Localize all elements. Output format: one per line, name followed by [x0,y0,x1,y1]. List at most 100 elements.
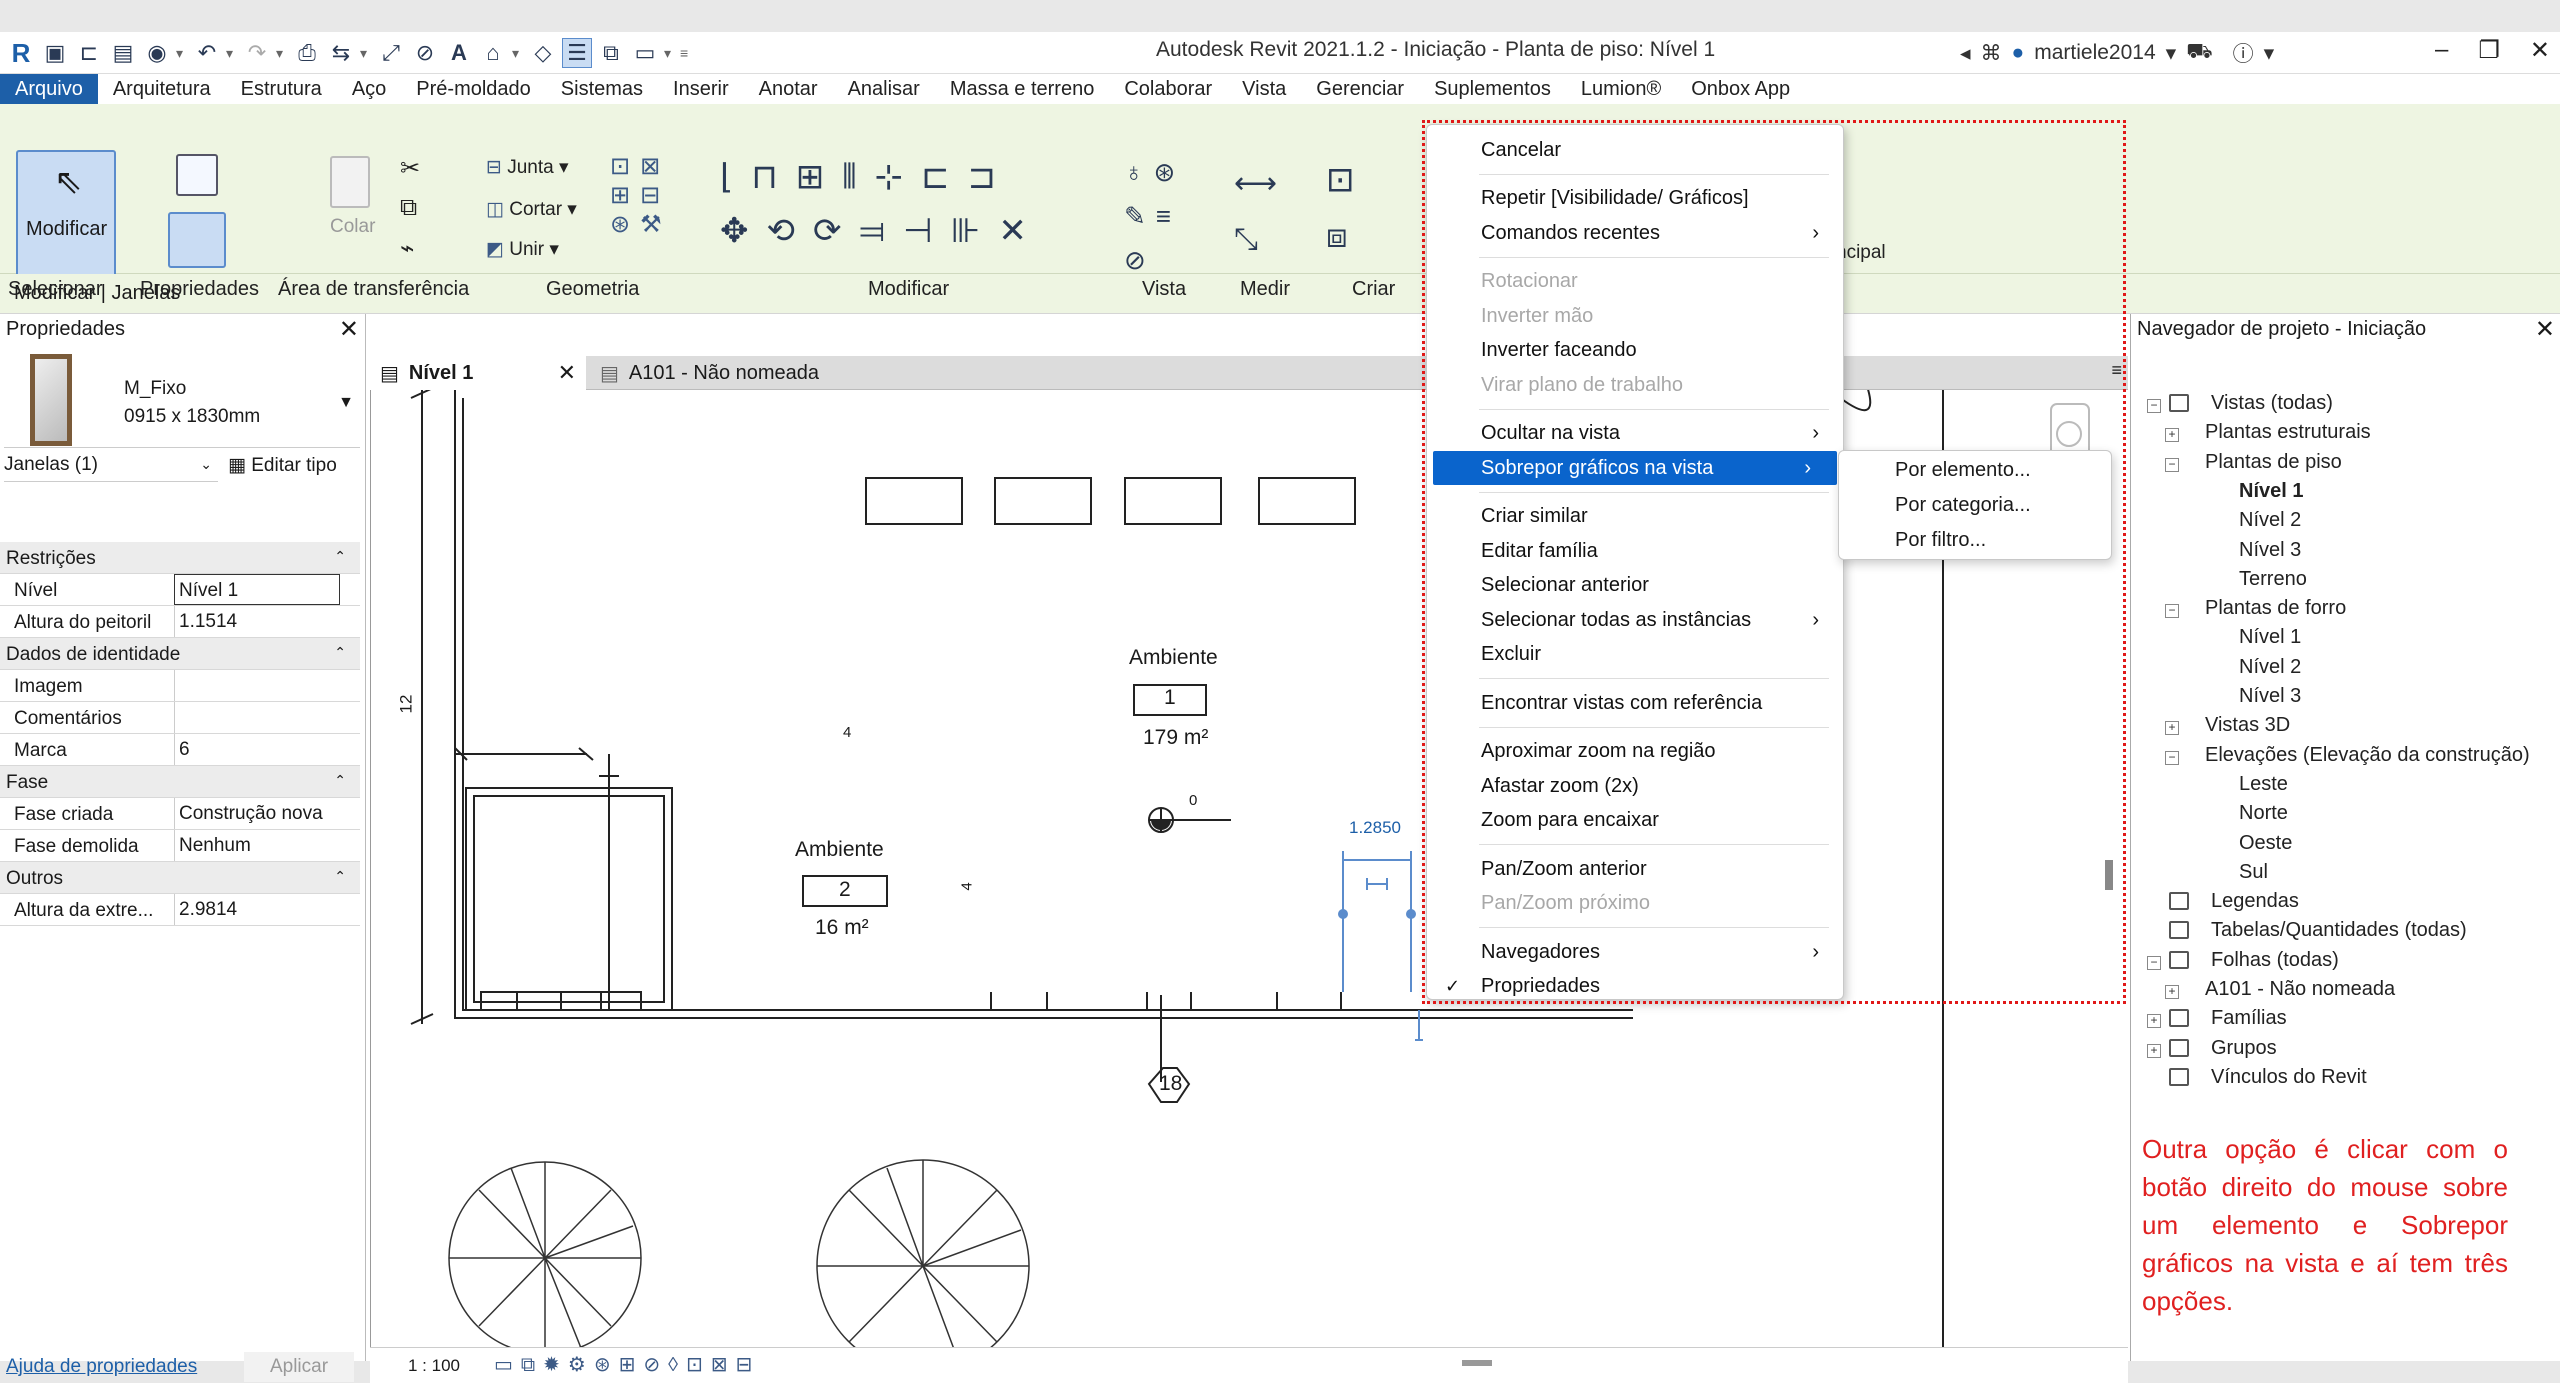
dropdown-icon[interactable]: ▾ [664,38,676,68]
tree-item-nivel-1[interactable]: Nível 1 [2239,626,2301,649]
menu-item-selecionar-anterior[interactable]: Selecionar anterior [1427,569,1845,603]
sync-icon[interactable]: ◉ [142,38,172,68]
user-name[interactable]: martiele2014 [2034,41,2155,65]
dropdown-icon[interactable]: ▾ [226,38,238,68]
binoculars-icon[interactable]: ⌘ [1981,41,2002,66]
tab-inserir[interactable]: Inserir [658,74,744,104]
collapse-icon[interactable]: − [2165,750,2179,765]
redo-icon[interactable]: ↷ [242,38,272,68]
close-icon[interactable]: ✕ [2535,315,2555,344]
collapse-icon[interactable]: − [2147,955,2161,970]
revit-logo-icon[interactable]: R [6,38,36,68]
tab-pre-moldado[interactable]: Pré-moldado [401,74,546,104]
customize-icon[interactable]: ≡ [680,38,692,68]
tab-anotar[interactable]: Anotar [744,74,833,104]
paste-icon[interactable] [330,156,370,208]
property-value[interactable]: 6 [174,734,340,765]
panel-label-selecionar[interactable]: Selecionar [8,278,103,301]
tree-item-leste[interactable]: Leste [2239,773,2288,796]
collapse-icon[interactable]: − [2165,457,2179,472]
collapse-icon[interactable]: − [2147,399,2161,413]
tab-suplementos[interactable]: Suplementos [1419,74,1566,104]
tab-arquitetura[interactable]: Arquitetura [98,74,226,104]
menu-item-repetir-visibilidade-graficos[interactable]: Repetir [Visibilidade/ Gráficos] [1427,182,1845,216]
cut-geometry-button[interactable]: ◫ Cortar ▾ [486,198,577,221]
modify-tools-icons[interactable]: ⌊⊓⊞⫴⊹⊏⊐ ✥⟲⟳⫤⊣⊪✕ [720,150,1045,258]
view-tools-icons[interactable]: ♁⊛ ✎≡ ⊘ [1124,150,1185,282]
tree-item-familias[interactable]: Famílias [2211,1007,2287,1030]
submenu-item-por-categoria[interactable]: Por categoria... [1895,494,2031,517]
tab-analisar[interactable]: Analisar [833,74,935,104]
dropdown-icon[interactable]: ▾ [360,38,372,68]
expand-icon[interactable]: + [2147,1043,2161,1058]
tree-item-oeste[interactable]: Oeste [2239,832,2292,855]
tree-item-vistas-todas[interactable]: Vistas (todas) [2211,392,2333,415]
property-value[interactable] [174,702,340,733]
property-value[interactable]: Construção nova [174,798,340,829]
user-icon[interactable]: ● [2012,41,2025,65]
restore-icon[interactable]: ❐ [2478,36,2500,65]
menu-item-cancelar[interactable]: Cancelar [1427,133,1845,167]
tag-icon[interactable]: ⊘ [410,38,440,68]
tree-item-terreno[interactable]: Terreno [2239,568,2307,591]
close-icon[interactable]: ✕ [339,315,359,344]
tab-arquivo[interactable]: Arquivo [0,74,98,104]
tree-item-nivel-3[interactable]: Nível 3 [2239,685,2301,708]
save-icon[interactable]: ▤ [108,38,138,68]
property-group[interactable]: Outros ⌃ [0,862,360,894]
text-icon[interactable]: A [444,38,474,68]
view-control-icons[interactable]: ▭⧉✹⚙⊛⊞⊘◊⊡⊠⊟ [494,1352,760,1377]
collapse-icon[interactable]: − [2165,604,2179,619]
menu-item-comandos-recentes[interactable]: Comandos recentes › [1427,216,1845,250]
menu-item-propriedades[interactable]: ✓ Propriedades [1427,970,1845,1004]
tab-a101[interactable]: ▤ A101 - Não nomeada [590,356,829,390]
expand-icon[interactable]: + [2147,1014,2161,1029]
section-icon[interactable]: ◇ [528,38,558,68]
minimize-icon[interactable]: – [2435,36,2448,65]
cart-icon[interactable]: ⛟ [2186,40,2212,66]
menu-item-afastar-zoom-2x[interactable]: Afastar zoom (2x) [1427,769,1845,803]
print-icon[interactable]: ⎙ [292,38,322,68]
expand-icon[interactable]: + [2165,985,2179,999]
temp-dimension[interactable]: 1.2850 [1349,818,1401,838]
tab-colaborar[interactable]: Colaborar [1109,74,1227,104]
close-icon[interactable]: ✕ [558,360,576,386]
tree-item-nivel-2[interactable]: Nível 2 [2239,509,2301,532]
property-group[interactable]: Fase ⌃ [0,766,360,798]
modify-button[interactable]: ⇖ Modificar [16,150,116,284]
submenu-item-por-filtro[interactable]: Por filtro... [1895,529,1986,552]
join-button[interactable]: ⊟ Junta ▾ [486,156,569,179]
collapse-icon[interactable]: ⌃ [334,644,346,661]
undo-icon[interactable]: ↶ [192,38,222,68]
tree-item-vinculos-do-revit[interactable]: Vínculos do Revit [2211,1066,2367,1089]
tree-item-nivel-2[interactable]: Nível 2 [2239,656,2301,679]
properties-icon[interactable] [168,212,226,268]
menu-item-navegadores[interactable]: Navegadores › [1427,935,1845,969]
tree-item-sul[interactable]: Sul [2239,861,2268,884]
panel-label-area-de-transferencia[interactable]: Área de transferência [278,278,469,301]
panel-label-propriedades[interactable]: Propriedades [140,278,259,301]
unite-button[interactable]: ◩ Unir ▾ [486,238,559,261]
property-group[interactable]: Restrições ⌃ [0,542,360,574]
menu-item-encontrar-vistas-com-referencia[interactable]: Encontrar vistas com referência [1427,686,1845,720]
tree-item-plantas-de-piso[interactable]: Plantas de piso [2205,451,2342,474]
menu-item-sobrepor-graficos-na-vista[interactable]: Sobrepor gráficos na vista › [1433,451,1837,485]
properties-help-link[interactable]: Ajuda de propriedades [6,1356,197,1378]
property-value[interactable]: 2.9814 [174,894,340,925]
menu-item-excluir[interactable]: Excluir [1427,638,1845,672]
tab-lumion[interactable]: Lumion® [1566,74,1676,104]
collapse-icon[interactable]: ⌃ [334,868,346,885]
create-tools-icons[interactable]: ⊡ ⧈ [1326,152,1355,264]
paste-label[interactable]: Colar [330,216,375,238]
geometry-tools-icons[interactable]: ⊡⊠ ⊞⊟ ⊛⚒ [610,152,672,239]
cut-clipboard-icon[interactable]: ✂ [400,154,420,183]
tab-vista[interactable]: Vista [1227,74,1301,104]
switch-windows-icon[interactable]: ▭ [630,38,660,68]
menu-item-selecionar-todas-as-instancias[interactable]: Selecionar todas as instâncias › [1427,603,1845,637]
close-icon[interactable]: ✕ [2530,36,2550,65]
panel-label-criar[interactable]: Criar [1352,278,1395,301]
dropdown-icon[interactable]: ▾ [276,38,288,68]
tree-item-grupos[interactable]: Grupos [2211,1037,2277,1060]
dropdown-icon[interactable]: ▾ [2264,41,2275,66]
property-value[interactable]: Nível 1 [174,574,340,605]
